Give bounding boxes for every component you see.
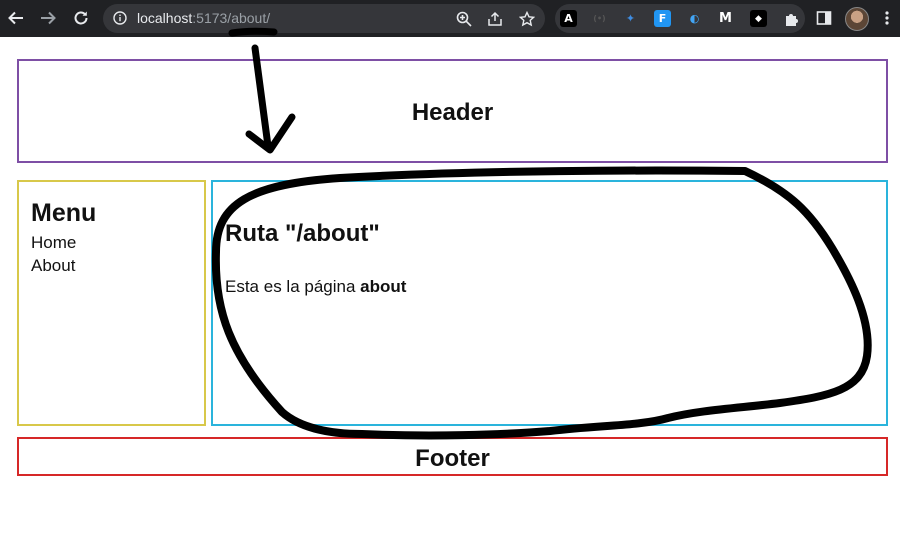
menu-link-about[interactable]: About (31, 256, 75, 276)
reload-icon[interactable] (69, 6, 93, 30)
header-section: Header (17, 59, 888, 163)
kebab-menu-icon[interactable] (878, 9, 896, 27)
page-description: Esta es la página about (225, 277, 406, 297)
back-arrow-icon[interactable] (4, 6, 28, 30)
url-path: :5173/about/ (192, 10, 271, 26)
menu-link-home[interactable]: Home (31, 233, 76, 253)
share-icon[interactable] (486, 10, 504, 28)
footer-title: Footer (415, 445, 490, 472)
extensions-area: A (•) ✦ F ◐ M ◆ (555, 4, 805, 33)
extension-icon[interactable]: (•) (591, 10, 608, 27)
header-title: Header (411, 99, 494, 126)
menu-title: Menu (31, 199, 97, 227)
profile-avatar[interactable] (845, 7, 869, 31)
star-icon[interactable] (518, 10, 536, 28)
extension-icon[interactable]: ◐ (686, 10, 703, 27)
extension-icon[interactable]: ◆ (750, 10, 767, 27)
url-text[interactable]: localhost:5173/about/ (137, 10, 270, 26)
address-bar[interactable]: localhost:5173/about/ (103, 4, 545, 33)
footer-section: Footer (17, 437, 888, 476)
extension-icon[interactable]: M (717, 10, 734, 27)
forward-arrow-icon[interactable] (36, 6, 60, 30)
extension-icon[interactable]: ✦ (622, 10, 639, 27)
page-description-text: Esta es la página (225, 277, 356, 296)
info-icon[interactable] (113, 11, 127, 30)
menu-section: Menu Home About (17, 180, 206, 426)
route-title: Ruta "/about" (225, 220, 380, 247)
page-description-bold: about (360, 277, 407, 296)
url-host: localhost (137, 10, 193, 26)
browser-toolbar: localhost:5173/about/ A (•) ✦ F ◐ M ◆ (0, 0, 900, 37)
extensions-puzzle-icon[interactable] (783, 10, 800, 27)
side-panel-icon[interactable] (815, 9, 833, 27)
main-content-section: Ruta "/about" Esta es la página about (211, 180, 888, 426)
zoom-icon[interactable] (455, 10, 473, 28)
extension-icon[interactable]: A (560, 10, 577, 27)
extension-icon[interactable]: F (654, 10, 671, 27)
